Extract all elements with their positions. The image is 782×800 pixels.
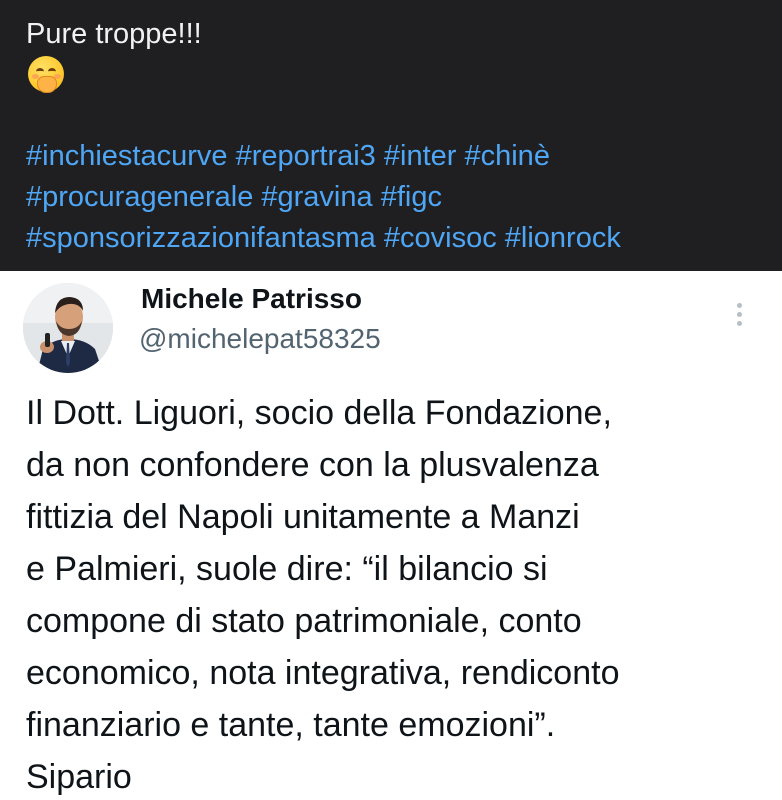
hashtag-link[interactable]: #gravina	[261, 181, 372, 213]
hashtag-link[interactable]: #sponsorizzazionifantasma	[26, 222, 376, 254]
caption-text: Pure troppe!!!	[26, 18, 202, 50]
tweet-text-line: e Palmieri, suole dire: “il bilancio si	[26, 550, 548, 588]
hashtag-link[interactable]: #lionrock	[505, 222, 621, 254]
tweet-text-line: economico, nota integrativa, rendiconto	[26, 654, 620, 692]
hashtag-line: #sponsorizzazionifantasma #covisoc #lion…	[26, 218, 766, 259]
hashtag-link[interactable]: #chinè	[464, 140, 549, 172]
more-options-button[interactable]	[726, 297, 752, 331]
hashtag-line: #inchiestacurve #reportrai3 #inter #chin…	[26, 136, 766, 177]
hashtag-link[interactable]: #covisoc	[384, 222, 497, 254]
avatar[interactable]	[23, 283, 113, 373]
hashtag-link[interactable]: #procuragenerale	[26, 181, 253, 213]
vertical-ellipsis-icon	[736, 311, 742, 317]
hashtag-line: #procuragenerale #gravina #figc	[26, 177, 766, 218]
hashtag-link[interactable]: #inchiestacurve	[26, 140, 228, 172]
tweet-card: Michele Patrisso @michelepat58325 Il Dot…	[0, 271, 782, 800]
vertical-ellipsis-icon	[736, 320, 742, 326]
avatar-photo-icon	[23, 283, 113, 373]
tweet-text-line: Il Dott. Liguori, socio della Fondazione…	[26, 394, 612, 432]
post-caption-panel: Pure troppe!!! #inchiestacurve #reportra…	[0, 0, 782, 271]
tweet-text-line: compone di stato patrimoniale, conto	[26, 602, 582, 640]
hashtag-list: #inchiestacurve #reportrai3 #inter #chin…	[26, 136, 766, 259]
hashtag-link[interactable]: #reportrai3	[236, 140, 376, 172]
tweet-text: Il Dott. Liguori, socio della Fondazione…	[26, 387, 766, 800]
tweet-text-line: fittizia del Napoli unitamente a Manzi	[26, 498, 580, 536]
user-handle[interactable]: @michelepat58325	[139, 323, 381, 355]
display-name[interactable]: Michele Patrisso	[141, 283, 362, 315]
tweet-text-line: Sipario	[26, 758, 132, 796]
hashtag-link[interactable]: #figc	[381, 181, 442, 213]
tweet-text-line: finanziario e tante, tante emozioni”.	[26, 706, 556, 744]
vertical-ellipsis-icon	[736, 302, 742, 308]
face-with-hand-over-mouth-emoji-icon	[26, 56, 66, 96]
tweet-text-line: da non confondere con la plusvalenza	[26, 446, 599, 484]
hashtag-link[interactable]: #inter	[384, 140, 457, 172]
